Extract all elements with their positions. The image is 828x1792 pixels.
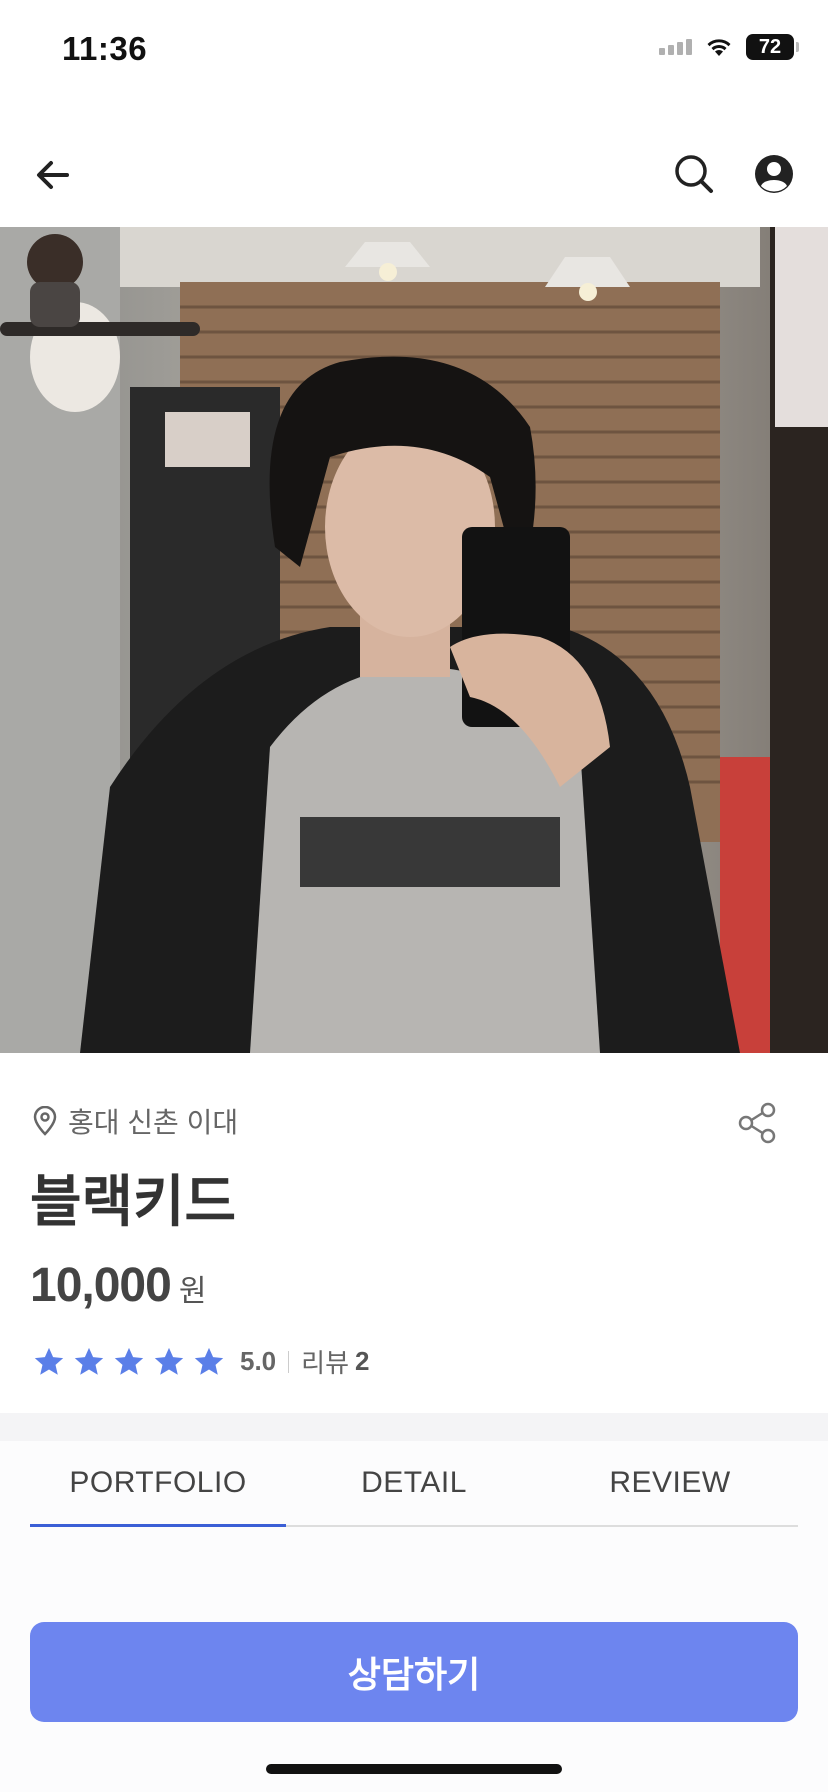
rating-separator xyxy=(288,1350,290,1373)
star-icon xyxy=(114,1347,144,1375)
shop-title: 블랙키드 xyxy=(30,1170,237,1233)
review-label: 리뷰 xyxy=(301,1348,349,1378)
star-icon xyxy=(74,1347,104,1375)
star-icon xyxy=(194,1347,224,1375)
search-button[interactable] xyxy=(670,150,718,198)
portrait-photo xyxy=(0,227,828,1053)
rating-score: 5.0 xyxy=(240,1346,277,1376)
battery-icon: 72 xyxy=(746,34,799,60)
tabs-area: PORTFOLIO DETAIL REVIEW xyxy=(0,1441,828,1792)
user-circle-icon xyxy=(755,155,793,193)
wifi-icon xyxy=(707,39,731,56)
share-button[interactable] xyxy=(736,1101,780,1145)
app-header xyxy=(0,130,828,220)
star-icon xyxy=(154,1347,184,1375)
tab-review[interactable]: REVIEW xyxy=(542,1441,798,1525)
hero-photo[interactable] xyxy=(0,227,828,1053)
arrow-left-icon xyxy=(37,161,69,189)
profile-button[interactable] xyxy=(750,150,798,198)
status-icons: 72 xyxy=(659,34,799,60)
tab-portfolio[interactable]: PORTFOLIO xyxy=(30,1441,286,1527)
tab-detail[interactable]: DETAIL xyxy=(286,1441,542,1525)
consult-button[interactable]: 상담하기 xyxy=(30,1622,798,1722)
share-icon xyxy=(738,1102,776,1144)
battery-level: 72 xyxy=(758,35,782,58)
review-count: 2 xyxy=(355,1346,370,1376)
rating: 5.0 리뷰 2 xyxy=(32,1343,369,1380)
status-bar: 11:36 72 xyxy=(0,0,828,100)
location: 홍대 신촌 이대 xyxy=(32,1101,238,1141)
section-divider xyxy=(0,1413,828,1441)
status-time: 11:36 xyxy=(62,30,148,67)
map-pin-icon xyxy=(33,1106,57,1136)
shop-info: 홍대 신촌 이대 블랙키드 10,000 원 5.0 리뷰 2 xyxy=(0,1053,828,1413)
cellular-signal-icon xyxy=(659,39,692,55)
tab-bar: PORTFOLIO DETAIL REVIEW xyxy=(30,1441,798,1527)
home-indicator xyxy=(266,1764,562,1774)
search-icon xyxy=(675,155,713,193)
price: 10,000 원 xyxy=(30,1258,206,1313)
rating-stars xyxy=(32,1345,226,1379)
star-icon xyxy=(34,1347,64,1375)
location-text: 홍대 신촌 이대 xyxy=(68,1107,239,1138)
price-unit: 원 xyxy=(178,1275,207,1308)
back-button[interactable] xyxy=(30,152,76,198)
price-value: 10,000 xyxy=(30,1259,172,1312)
